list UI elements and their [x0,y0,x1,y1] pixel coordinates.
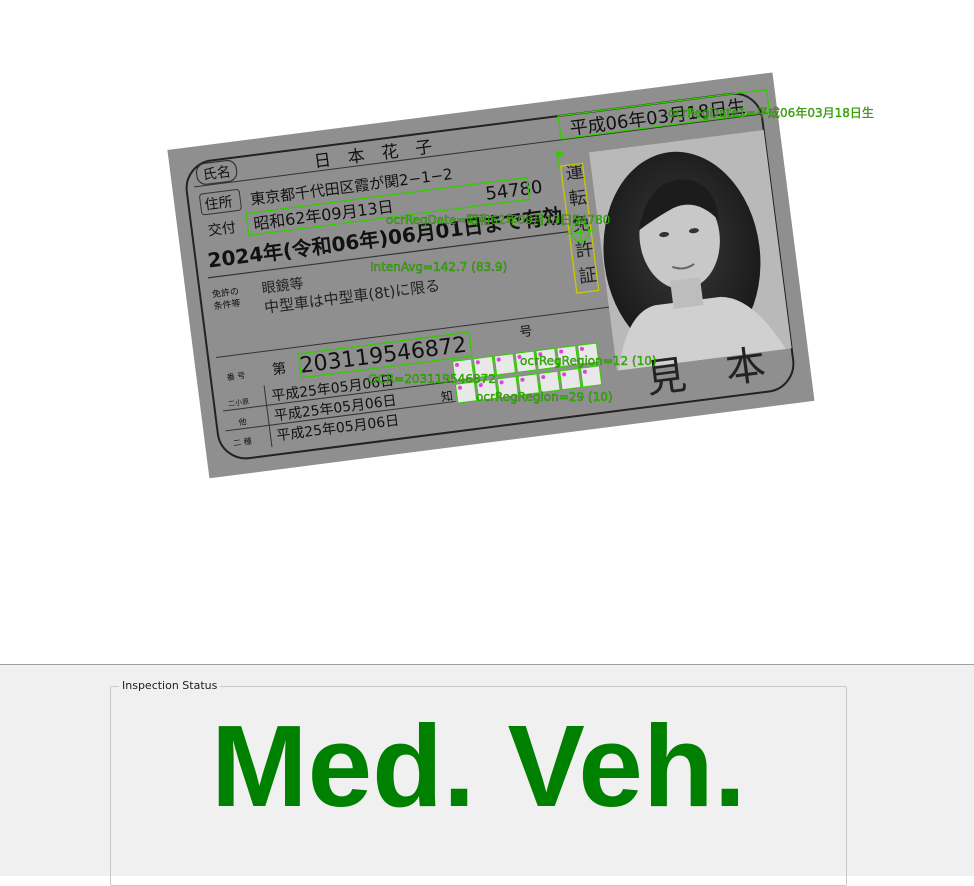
vertical-title-char: 証 [578,265,599,288]
category-label: 他 [238,416,247,427]
number-prefix: 第 [271,360,287,379]
portrait-photo [589,130,792,371]
number-suffix: 号 [519,324,534,341]
inspection-status-value: Med. Veh. [210,701,747,831]
vertical-title-char: 許 [574,239,595,262]
issue-ocr-label: ocrRegDate=昭和62年09月13日54780 [386,213,610,227]
issue-label: 交付 [207,219,237,239]
intensity-label: IntenAvg=142.7 (83.9) [370,260,507,274]
birth-ocr-label: ocrRegDate1=平成06年03月18日生 [668,106,874,120]
category-grid-cell [559,367,582,391]
ocr-number-label: OCR=203119546872 [368,372,496,386]
status-panel: Inspection Status Med. Veh. [0,664,974,886]
category-grid-cell [579,365,603,388]
grid-top-label: ocrRegRegion=12 (10) [520,354,657,368]
category-grid-cell [493,353,517,376]
image-viewer: 氏名 日 本 花 子 平成06年03月18日生 住所 東京都千代田区霞が関2−1… [0,0,974,664]
grid-bottom-label: ocrRegRegion=29 (10) [476,390,613,404]
grid-label: 知 [440,389,454,404]
vertical-title-char: 転 [568,187,589,210]
inspection-status-legend: Inspection Status [119,679,221,693]
inspection-image: 氏名 日 本 花 子 平成06年03月18日生 住所 東京都千代田区霞が関2−1… [167,72,874,479]
inspection-status-group: Inspection Status Med. Veh. [110,679,847,886]
